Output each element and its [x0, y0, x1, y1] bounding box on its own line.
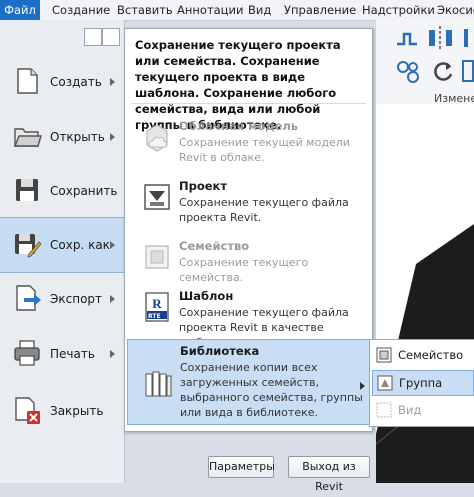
tab-ecosystem[interactable]: Экосис: [437, 0, 474, 20]
menu-print-label: Печать: [50, 347, 95, 361]
options-button[interactable]: Параметры: [208, 456, 275, 478]
flyout-family-label: Семейство: [398, 348, 464, 362]
item-title: Семейство: [179, 239, 250, 253]
item-description: Сохранение копии всех загруженных семейс…: [180, 361, 363, 419]
save-family[interactable]: Семейство Сохранение текущего семейства.: [127, 235, 370, 289]
item-description: Сохранение текущего семейства.: [179, 256, 309, 284]
exit-revit-button[interactable]: Выход из Revit: [288, 456, 370, 493]
recent-documents-toggle: [84, 28, 120, 46]
tab-manage[interactable]: Управление: [284, 0, 356, 20]
chevron-right-icon: [110, 133, 115, 141]
menu-save-as-label: Сохр. как: [50, 238, 110, 252]
view-icon: [376, 402, 392, 418]
flyout-group[interactable]: Группа: [372, 370, 474, 396]
item-description: Сохранение текущего файла проекта Revit.: [179, 196, 349, 224]
item-title: Проект: [179, 179, 228, 193]
ribbon-modify-panel: Измене: [376, 20, 474, 105]
template-badge: RTE: [148, 313, 161, 320]
menu-print[interactable]: Печать: [0, 327, 124, 381]
library-flyout: Семейство Группа Вид: [369, 339, 474, 427]
save-project[interactable]: Проект Сохранение текущего файла проекта…: [127, 175, 370, 229]
chevron-right-icon: [360, 382, 365, 390]
flyout-group-label: Группа: [399, 376, 443, 390]
tab-annotate[interactable]: Аннотации: [177, 0, 243, 20]
menu-export-label: Экспорт: [50, 292, 103, 306]
chevron-right-icon: [110, 78, 115, 86]
file-tab[interactable]: Файл: [0, 0, 40, 20]
chevron-right-icon: [110, 241, 115, 249]
new-file-icon: [17, 68, 38, 94]
close-document-icon: [15, 397, 40, 424]
flyout-family[interactable]: Семейство: [372, 343, 472, 367]
flyout-view-label: Вид: [398, 403, 422, 417]
svg-text:R: R: [152, 296, 162, 311]
move-icon[interactable]: [394, 58, 422, 86]
application-menu: Создать Открыть Сохранить Сохр. как Эксп…: [0, 20, 125, 483]
recent-documents-icon[interactable]: [84, 28, 102, 46]
save-library[interactable]: Библиотека Сохранение копии всех загруже…: [127, 339, 372, 425]
menu-bar: Файл Создание Вставить Аннотации Вид Упр…: [0, 0, 474, 21]
rotate-icon[interactable]: [430, 58, 456, 84]
menu-close[interactable]: Закрыть: [0, 384, 124, 438]
family-file-icon: [145, 245, 169, 269]
divider: [131, 103, 366, 104]
mirror-icon[interactable]: [426, 24, 456, 52]
item-title: Шаблон: [179, 289, 234, 303]
save-disk-icon: [16, 179, 38, 201]
tab-insert[interactable]: Вставить: [117, 0, 173, 20]
menu-open[interactable]: Открыть: [0, 110, 124, 164]
save-template[interactable]: R RTE Шаблон Сохранение текущего файла п…: [127, 285, 370, 349]
chevron-right-icon: [110, 350, 115, 358]
group-icon: [377, 375, 393, 391]
library-icon: [145, 371, 172, 397]
menu-export[interactable]: Экспорт: [0, 272, 124, 326]
split-icon[interactable]: [462, 26, 474, 50]
save-cloud-model[interactable]: Облачная модель Сохранение текущей модел…: [127, 115, 370, 169]
save-as-icon: [15, 234, 42, 258]
trim-icon[interactable]: [462, 58, 474, 84]
menu-save[interactable]: Сохранить: [0, 164, 124, 218]
flyout-view[interactable]: Вид: [372, 398, 472, 422]
printer-icon: [14, 340, 40, 366]
project-file-icon: [144, 184, 170, 210]
tab-create[interactable]: Создание: [52, 0, 110, 20]
export-icon: [16, 285, 41, 311]
family-icon: [376, 347, 392, 363]
item-title: Библиотека: [180, 344, 260, 358]
menu-save-label: Сохранить: [50, 184, 118, 198]
item-description: Сохранение текущей модели Revit в облаке…: [179, 136, 350, 164]
open-folder-icon: [13, 128, 42, 147]
menu-close-label: Закрыть: [50, 404, 104, 418]
open-documents-icon[interactable]: [102, 28, 120, 46]
menu-new[interactable]: Создать: [0, 55, 124, 109]
chevron-right-icon: [110, 295, 115, 303]
item-title: Облачная модель: [179, 119, 299, 133]
cloud-model-icon: [146, 124, 168, 152]
save-as-submenu: Сохранение текущего проекта или семейств…: [124, 28, 373, 432]
menu-new-label: Создать: [50, 75, 102, 89]
tab-addins[interactable]: Надстройки: [362, 0, 435, 20]
tab-view[interactable]: Вид: [248, 0, 271, 20]
menu-save-as[interactable]: Сохр. как: [0, 217, 124, 273]
menu-open-label: Открыть: [50, 130, 105, 144]
align-icon[interactable]: [394, 26, 420, 50]
